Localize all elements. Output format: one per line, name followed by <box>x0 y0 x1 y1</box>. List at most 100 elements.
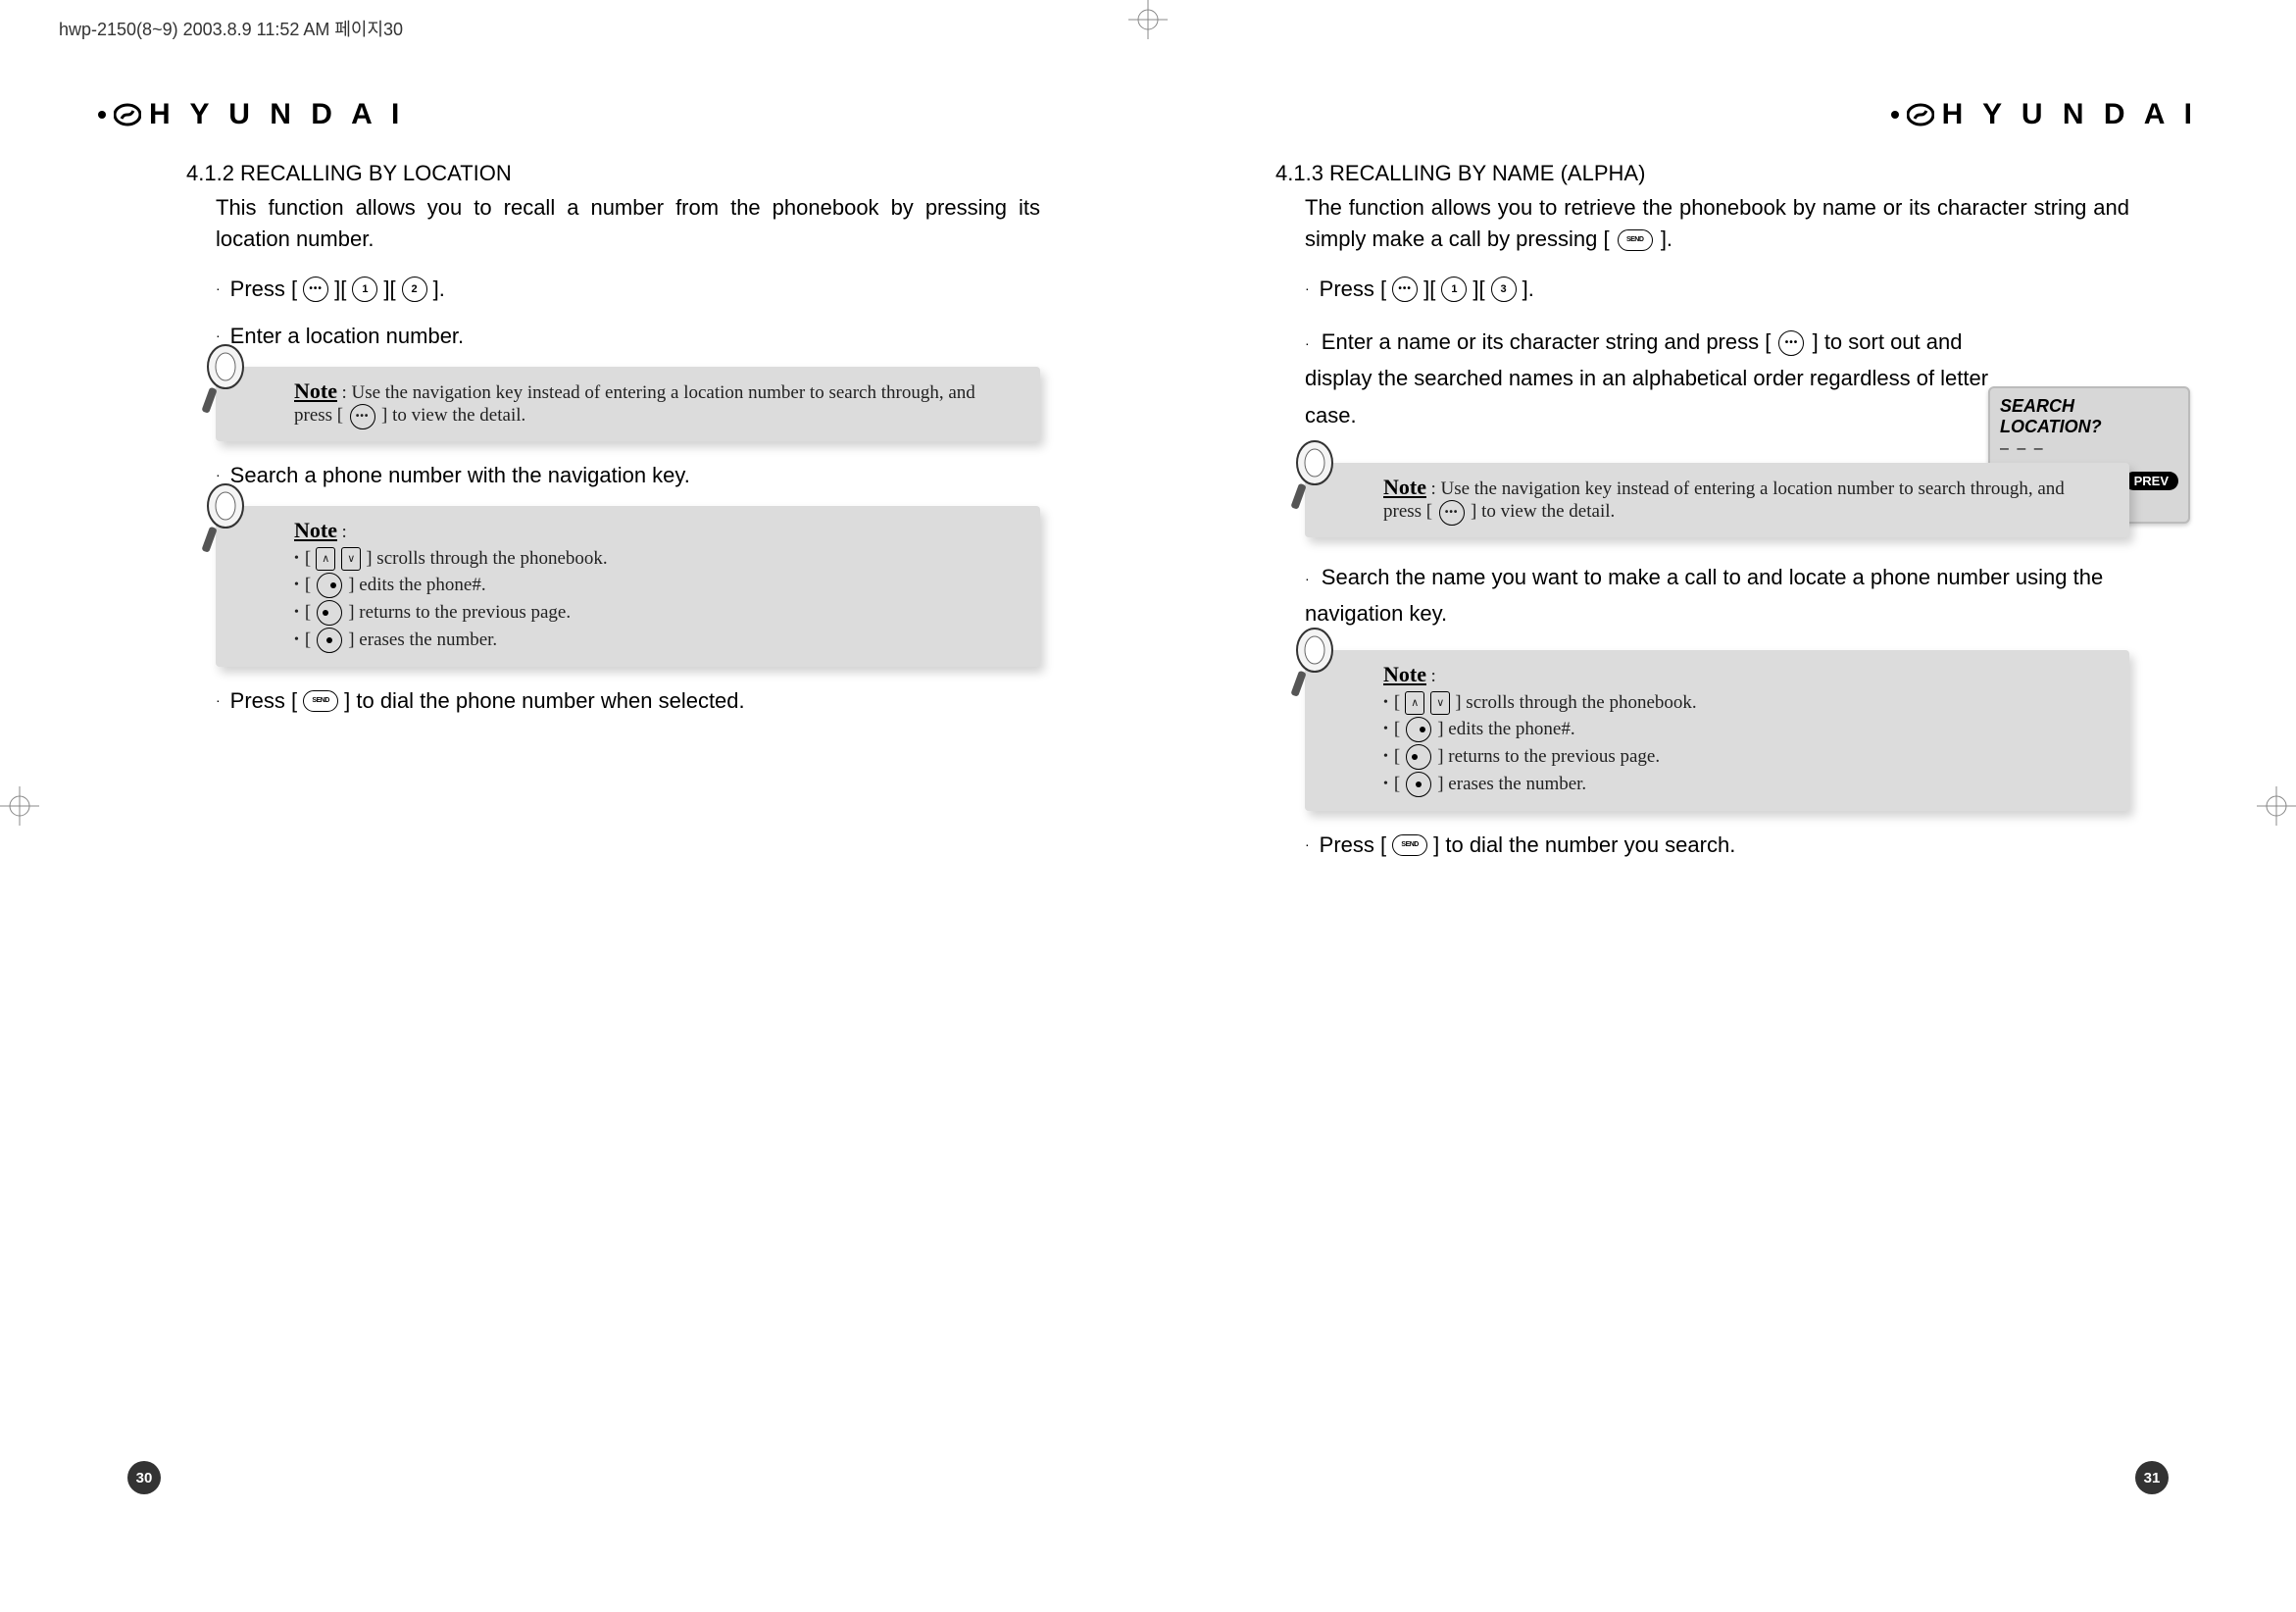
key-1-icon: 1 <box>1441 277 1467 302</box>
brand-logo-left: H Y U N D A I <box>98 98 405 131</box>
step-text: Press [ <box>1320 277 1386 302</box>
note-line-2: • [ ] edits the phone#. <box>294 573 1017 598</box>
step-press-keys-left: · Press [ ][ 1 ][ 2 ]. <box>216 277 1040 302</box>
magnifier-icon <box>192 339 255 418</box>
dpad-center-icon <box>1406 772 1431 797</box>
section-heading-left: 4.1.2 RECALLING BY LOCATION <box>186 161 1040 186</box>
bullet-icon: · <box>216 280 221 296</box>
note-lines: • [ ∧ ∨ ] scrolls through the phonebook.… <box>294 547 1017 653</box>
nav-key-icon <box>303 277 328 302</box>
nav-key-icon <box>1392 277 1418 302</box>
nav-down-icon: ∨ <box>1430 691 1450 715</box>
brand-logo-right: H Y U N D A I <box>1891 98 2198 131</box>
note-label: Note <box>294 518 337 542</box>
screen-title-1: SEARCH <box>2000 396 2178 417</box>
note-text: ] erases the number. <box>348 630 497 651</box>
step-text: ] to dial the phone number when selected… <box>344 688 745 714</box>
step-text: ][ <box>383 277 395 302</box>
send-key-icon <box>1392 834 1427 856</box>
note-line-4: • [ ] erases the number. <box>1383 772 2106 797</box>
note-text: [ <box>305 630 311 651</box>
note-line-4: • [ ] erases the number. <box>294 628 1017 653</box>
send-key-icon <box>303 690 338 712</box>
send-key-icon <box>1618 229 1653 251</box>
section-body-left: This function allows you to recall a num… <box>186 192 1040 255</box>
dpad-left-icon <box>317 600 342 626</box>
dpad-right-icon <box>317 573 342 598</box>
step-text: ]. <box>433 277 445 302</box>
page-left: H Y U N D A I 4.1.2 RECALLING BY LOCATIO… <box>59 78 1148 1534</box>
note-label: Note <box>294 378 337 403</box>
note-text: [ <box>1394 719 1400 740</box>
step-text: Enter a location number. <box>230 324 464 349</box>
note-text: : <box>341 522 346 542</box>
nav-key-icon <box>1439 500 1465 526</box>
bullet-icon: · <box>1305 571 1310 586</box>
note-line-1: • [ ∧ ∨ ] scrolls through the phonebook. <box>1383 691 2106 715</box>
note-text: : <box>341 382 351 403</box>
brand-glyph-icon <box>1907 101 1934 128</box>
magnifier-icon <box>1281 435 1344 514</box>
step-press-keys-right: · Press [ ][ 1 ][ 3 ]. <box>1305 277 2129 302</box>
step-text: Search the name you want to make a call … <box>1305 565 2103 626</box>
step-press-send-right: · Press [ ] to dial the number you searc… <box>1305 832 2129 858</box>
nav-up-icon: ∧ <box>316 547 335 571</box>
note-text: ] scrolls through the phonebook. <box>1455 692 1696 714</box>
note-text: [ <box>1394 774 1400 795</box>
step-enter-name: · Enter a name or its character string a… <box>1305 324 2011 433</box>
step-text: Enter a name or its character string and… <box>1322 329 1772 354</box>
note-label: Note <box>1383 475 1426 499</box>
spread-container: H Y U N D A I 4.1.2 RECALLING BY LOCATIO… <box>0 0 2296 1612</box>
nav-down-icon: ∨ <box>341 547 361 571</box>
key-3-icon: 3 <box>1491 277 1517 302</box>
nav-key-icon <box>350 404 375 429</box>
step-text: ][ <box>334 277 346 302</box>
brand-glyph-icon <box>114 101 141 128</box>
note-text: [ <box>1394 746 1400 768</box>
brand-text: H Y U N D A I <box>149 98 405 131</box>
note-box-1-left: Note : Use the navigation key instead of… <box>216 367 1040 441</box>
note-text: ] erases the number. <box>1437 774 1586 795</box>
section-body-text: ]. <box>1661 227 1672 251</box>
note-box-1-right: Note : Use the navigation key instead of… <box>1305 463 2129 537</box>
screen-softkey-right: PREV <box>2124 472 2178 490</box>
magnifier-icon <box>1281 623 1344 701</box>
page-right: H Y U N D A I 4.1.3 RECALLING BY NAME (A… <box>1148 78 2237 1534</box>
magnifier-icon <box>192 479 255 557</box>
note-line-2: • [ ] edits the phone#. <box>1383 717 2106 742</box>
bullet-icon: · <box>1305 836 1310 852</box>
note-text: ] edits the phone#. <box>1437 719 1574 740</box>
note-text: ] scrolls through the phonebook. <box>366 548 607 570</box>
step-text: ]. <box>1522 277 1534 302</box>
note-lines: • [ ∧ ∨ ] scrolls through the phonebook.… <box>1383 691 2106 797</box>
step-text: Search a phone number with the navigatio… <box>230 463 690 488</box>
note-text: [ <box>305 548 311 570</box>
key-1-icon: 1 <box>352 277 377 302</box>
brand-dot-icon <box>98 111 106 119</box>
note-line-3: • [ ] returns to the previous page. <box>1383 744 2106 770</box>
step-text: Press [ <box>1320 832 1386 858</box>
nav-up-icon: ∧ <box>1405 691 1424 715</box>
crop-mark-top <box>1128 0 1168 39</box>
dpad-right-icon <box>1406 717 1431 742</box>
bullet-icon: • <box>294 632 299 648</box>
note-text: : <box>1430 666 1435 686</box>
section-body-right: The function allows you to retrieve the … <box>1275 192 2129 255</box>
content-left: 4.1.2 RECALLING BY LOCATION This functio… <box>98 131 1109 714</box>
note-text: [ <box>305 575 311 596</box>
step-enter-location: · Enter a location number. <box>216 324 1040 349</box>
section-body-text: The function allows you to retrieve the … <box>1305 195 2129 251</box>
note-text: ] returns to the previous page. <box>348 602 571 624</box>
note-text: ] to view the detail. <box>381 405 525 426</box>
step-search-nav: · Search a phone number with the navigat… <box>216 463 1040 488</box>
nav-key-icon <box>1778 330 1804 356</box>
note-label: Note <box>1383 662 1426 686</box>
bullet-icon: • <box>294 578 299 593</box>
bullet-icon: · <box>1305 280 1310 296</box>
note-box-2-left: Note : • [ ∧ ∨ ] scrolls through the pho… <box>216 506 1040 667</box>
note-text: ] edits the phone#. <box>348 575 485 596</box>
bullet-icon: • <box>294 605 299 621</box>
step-text: ][ <box>1423 277 1435 302</box>
screen-title-2: LOCATION? <box>2000 417 2178 437</box>
note-text: [ <box>305 602 311 624</box>
